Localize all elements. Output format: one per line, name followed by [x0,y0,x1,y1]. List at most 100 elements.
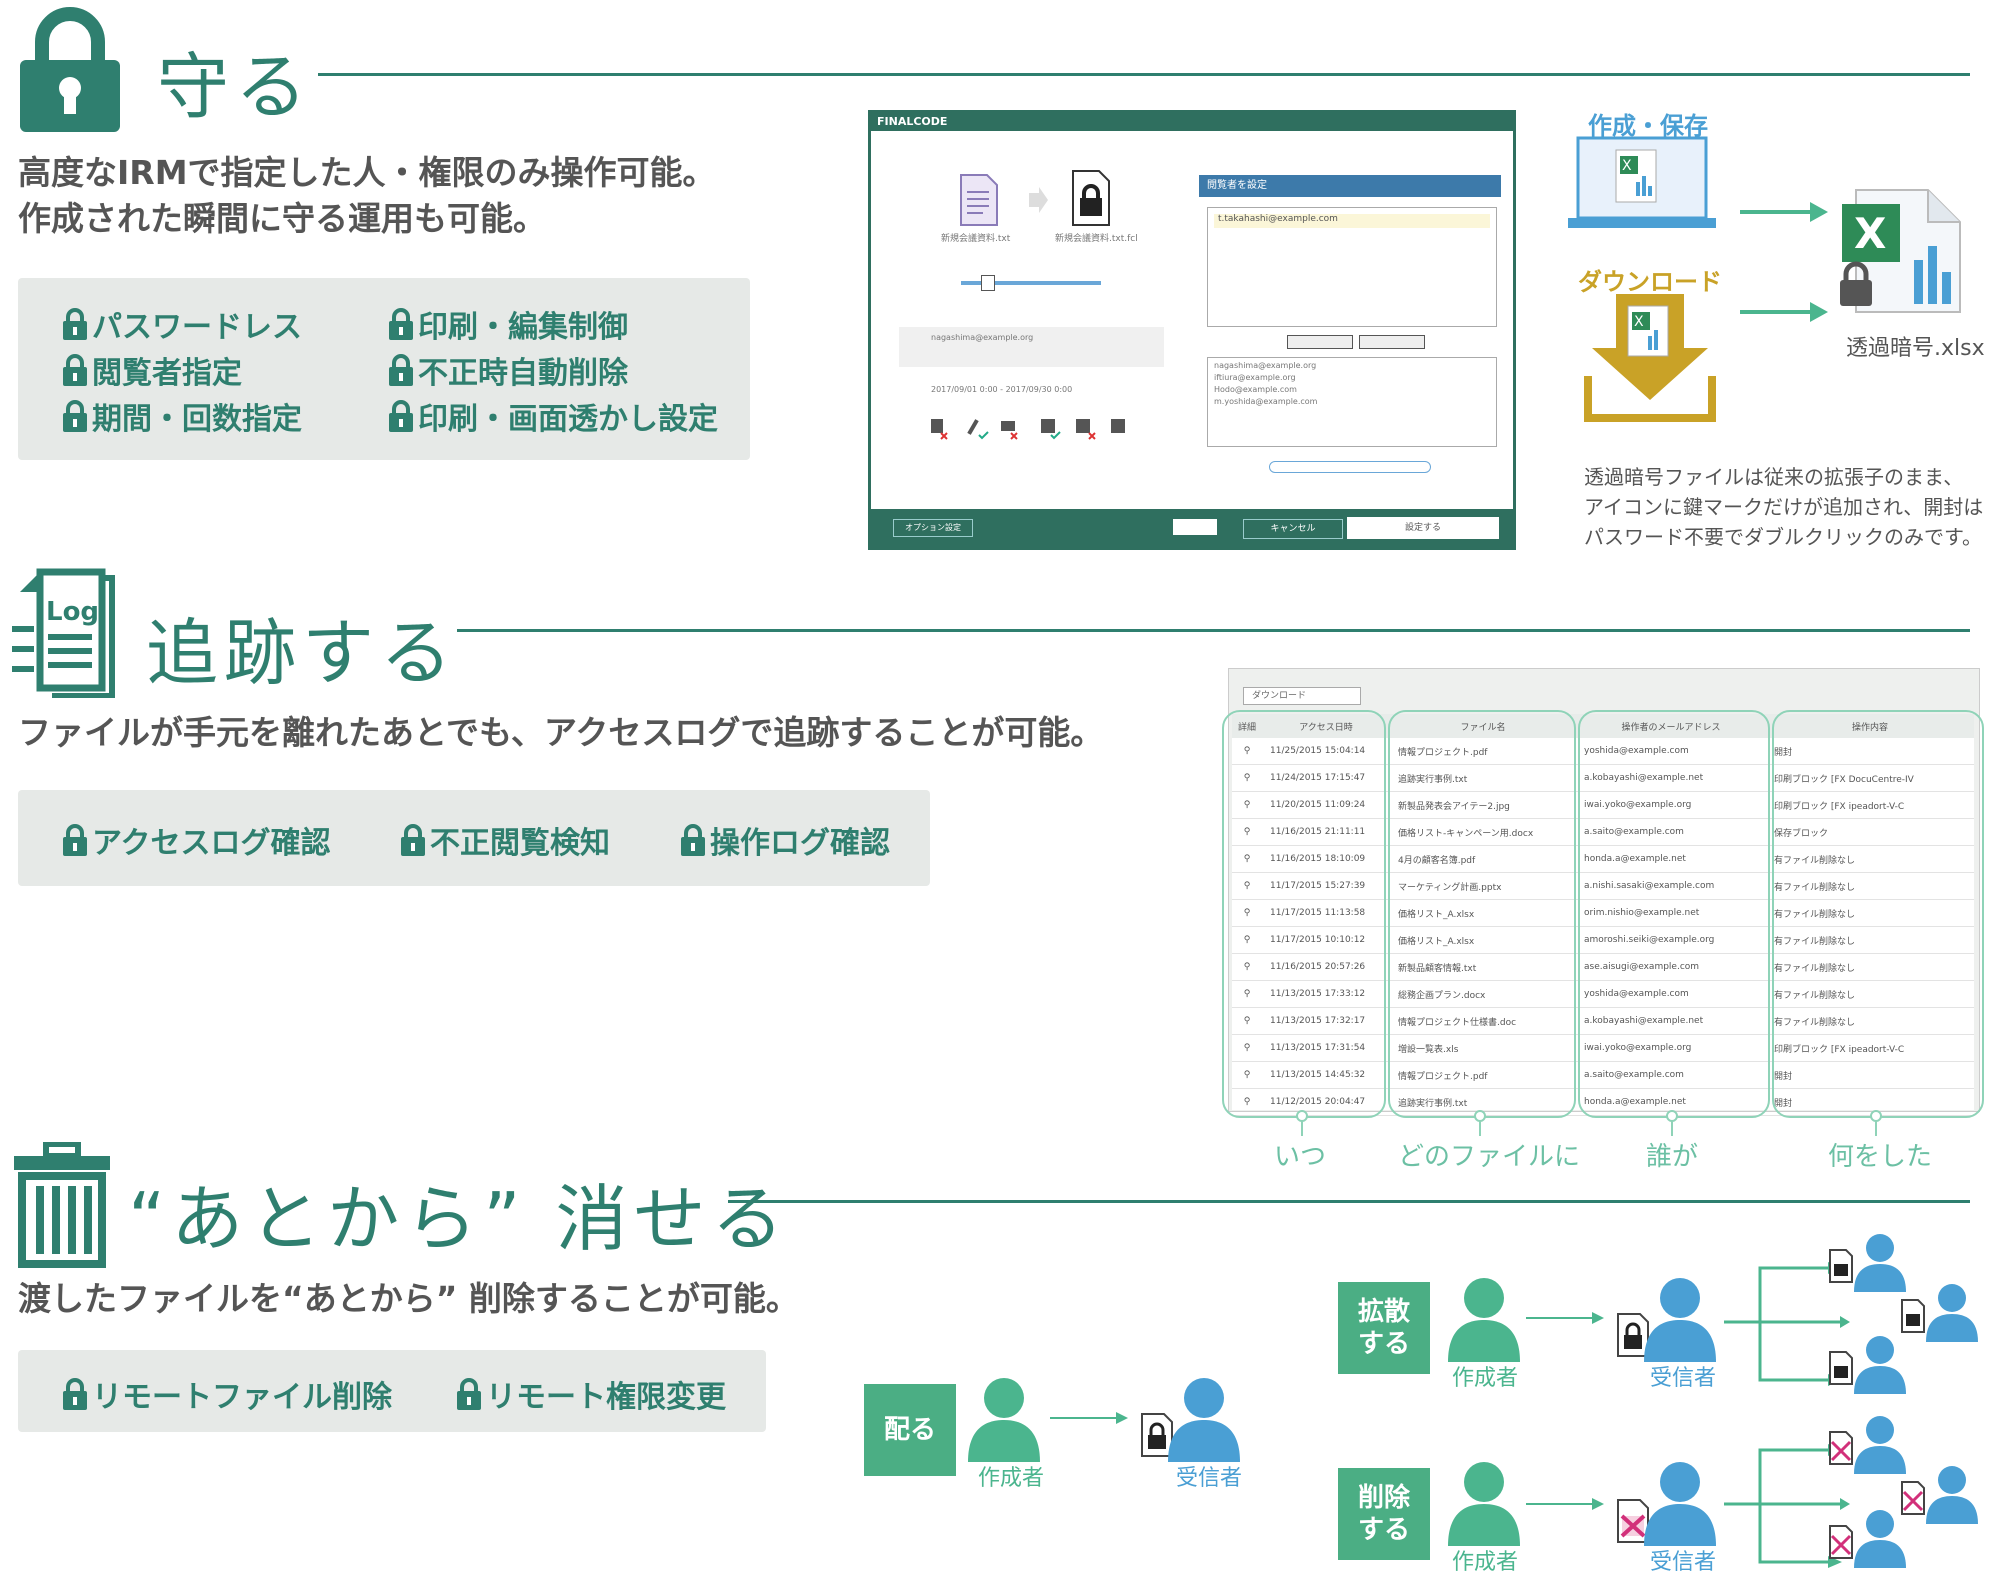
option-settings-button[interactable]: オプション設定 [893,519,973,537]
feature-remote-delete: リモートファイル削除 [62,1372,392,1416]
arrow-right-icon [1050,1412,1128,1424]
lock-icon [401,824,425,856]
lock-icon [63,308,87,340]
lock-icon [681,824,705,856]
delete-receiver-3 [1829,1510,1906,1568]
arrow-right-icon [1526,1498,1604,1510]
cancel-button[interactable]: キャンセル [1243,519,1343,539]
lock-icon [63,1378,87,1410]
caption-connectors [1296,1110,1882,1136]
erase-lead: 渡したファイルを“あとから” 削除することが可能。 [18,1279,799,1318]
delete-tag: 削除 する [1338,1468,1430,1560]
email-item[interactable]: nagashima@example.org [1208,358,1496,373]
feature-print-watermark: 印刷・画面透かし設定 [388,394,718,438]
highlight-what [1772,710,1984,1118]
recipient-list: nagashima@example.org [931,333,1034,342]
output-file-label: 透過暗号.xlsx [1846,336,1985,361]
lock-icon [457,1378,481,1410]
feature-viewer-designation: 閲覧者指定 [62,348,242,392]
arrow-right-icon [1740,202,1828,222]
svg-text:X: X [1854,209,1886,258]
lock-icon [63,824,87,856]
arrow-right-icon [1029,187,1048,213]
feature-remote-permission-change: リモート権限変更 [456,1372,726,1416]
erase-title: “あとから” 消せる [128,1177,790,1261]
lock-icon [63,400,87,432]
delete-creator-label: 作成者 [1452,1550,1519,1575]
log-document-icon: Log [12,568,115,698]
ok-button[interactable]: 設定する [1347,517,1499,539]
date-range: 2017/09/01 0:00 - 2017/09/30 0:00 [931,385,1073,394]
download-icon: X [1584,294,1716,422]
protect-title: 守る [157,45,314,129]
highlight-when [1222,710,1386,1118]
permission-icons [911,413,1151,443]
feature-operation-log: 操作ログ確認 [680,818,890,862]
arrow-right-icon [1740,302,1828,322]
spread-receiver-3 [1829,1336,1906,1394]
creator-person-icon [968,1378,1040,1462]
spread-receiver-label: 受信者 [1650,1366,1717,1391]
creator-person-icon [1448,1462,1520,1546]
receiver-person-icon [1644,1278,1716,1362]
track-lead: ファイルが手元を離れたあとでも、アクセスログで追跡することが可能。 [18,713,1104,752]
feature-print-edit-control: 印刷・編集制御 [388,302,628,346]
next-button[interactable] [1269,461,1431,473]
help-button[interactable] [1173,519,1217,535]
distribute-creator-label: 作成者 [978,1466,1045,1491]
dialog-title: 閲覧者を設定 [1199,175,1501,197]
feature-unauthorized-detection: 不正閲覧検知 [400,818,610,862]
svg-text:X: X [1622,158,1632,174]
locked-file-icon [1072,170,1110,226]
receiver-person-icon [1644,1462,1716,1546]
highlight-who [1578,710,1770,1118]
protect-lead-line1: 高度なIRMで指定した人・権限のみ操作可能。 [18,153,716,192]
flow-description: 透過暗号ファイルは従来の拡張子のまま、 アイコンに鍵マークだけが追加され、開封は… [1584,465,1984,549]
permission-toggle-icons[interactable] [911,413,1151,443]
lock-icon [389,400,413,432]
feature-access-log: アクセスログ確認 [62,818,331,862]
lock-icon [389,354,413,386]
padlock-icon [20,7,120,132]
protect-lead-line2: 作成された瞬間に守る運用も可能。 [18,199,546,238]
creator-person-icon [1448,1278,1520,1362]
finalcode-app-window: FINALCODE 新規会議資料.txt 新規会議資料.txt.fcl naga… [868,110,1516,550]
spread-receiver-2 [1901,1284,1978,1342]
remove-button[interactable] [1359,335,1425,349]
svg-text:X: X [1634,314,1644,330]
email-input[interactable]: t.takahashi@example.com [1214,214,1490,228]
app-logo: FINALCODE [871,113,1513,131]
delete-receiver-label: 受信者 [1650,1550,1717,1575]
email-item[interactable]: iftiura@example.org [1208,373,1496,382]
lock-icon [63,354,87,386]
email-list[interactable]: nagashima@example.org iftiura@example.or… [1207,357,1497,447]
caption-who: 誰が [1646,1142,1699,1172]
distribute-tag: 配る [864,1384,956,1476]
slider-handle[interactable] [981,275,995,291]
feature-period-count: 期間・回数指定 [62,394,302,438]
highlight-which-file [1388,710,1576,1118]
source-file-label: 新規会議資料.txt [941,234,1011,244]
laptop-icon: X [1568,136,1716,228]
receiver-person-icon [1168,1378,1240,1462]
erase-divider [728,1200,1970,1203]
track-divider [457,629,1970,632]
encrypted-file-label: 新規会議資料.txt.fcl [1055,234,1138,244]
log-icon-label: Log [46,597,99,627]
arrow-right-icon [1526,1312,1604,1324]
email-item[interactable]: m.yoshida@example.com [1208,397,1496,406]
caption-which-file: どのファイルに [1398,1142,1581,1172]
add-button[interactable] [1287,335,1353,349]
feature-auto-delete: 不正時自動削除 [388,348,628,392]
email-textarea[interactable]: t.takahashi@example.com [1207,207,1497,327]
trash-can-icon [14,1142,110,1268]
download-log-button[interactable]: ダウンロード [1243,687,1361,705]
distribute-receiver-label: 受信者 [1176,1466,1243,1491]
spread-tag: 拡散 する [1338,1282,1430,1374]
document-file-icon [960,174,998,226]
email-item[interactable]: Hodo@example.com [1208,382,1496,397]
protect-divider [318,73,1970,76]
lock-icon [389,308,413,340]
spread-creator-label: 作成者 [1452,1366,1519,1391]
track-title: 追跡する [146,611,459,695]
